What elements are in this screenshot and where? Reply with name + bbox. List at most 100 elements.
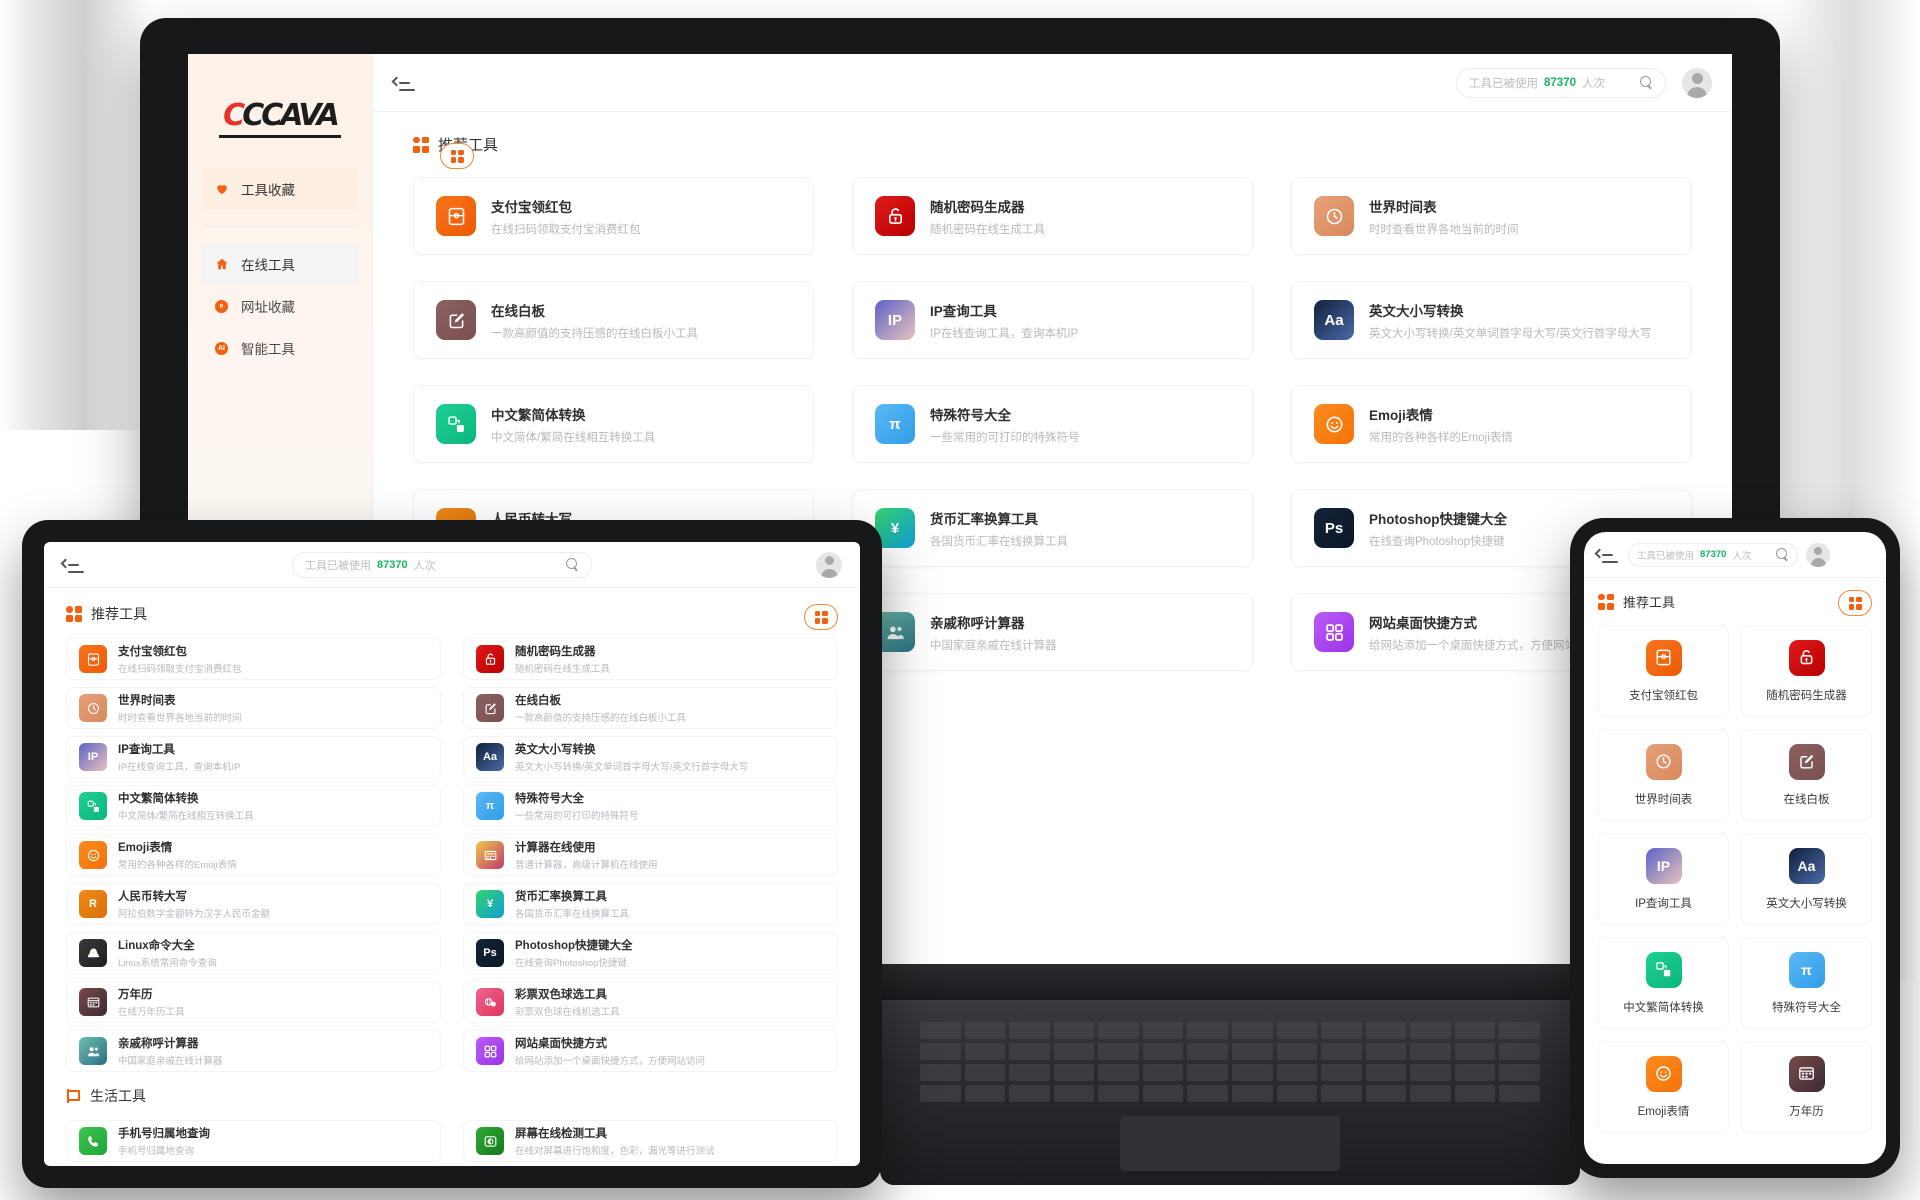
search-input[interactable]: 工具已被使用 87370 人次: [292, 551, 592, 578]
tool-card[interactable]: ¥ 货币汇率换算工具 各国货币汇率在线换算工具: [852, 489, 1253, 567]
list-item[interactable]: 屏幕在线检测工具 在线对屏幕进行饱和度，色彩，漏光等进行测试: [463, 1120, 838, 1162]
search-icon[interactable]: [1640, 76, 1653, 89]
tool-tile-label: 英文大小写转换: [1766, 897, 1847, 910]
list-item[interactable]: 支付宝领红包 在线扫码领取支付宝消费红包: [66, 638, 441, 680]
tool-tile[interactable]: 世界时间表: [1598, 729, 1729, 821]
tool-card[interactable]: Aa 英文大小写转换 英文大小写转换/英文单词首字母大写/英文行首字母大写: [1291, 281, 1692, 359]
lock-icon: [476, 645, 504, 673]
logo[interactable]: CCCAVA: [188, 88, 372, 168]
section-title: 推荐工具: [91, 606, 147, 622]
list-item[interactable]: π 特殊符号大全 一些常用的可打印的特殊符号: [463, 785, 838, 827]
tool-card-desc: 彩票双色球在线机选工具: [515, 1007, 620, 1018]
tool-card[interactable]: 在线白板 一款高颜值的支持压感的在线白板小工具: [413, 281, 814, 359]
top-bar: 工具已被使用 87370 人次: [373, 54, 1732, 112]
section-header-recommended: 推荐工具: [1598, 590, 1872, 616]
tool-card-desc: 各国货币汇率在线换算工具: [515, 909, 630, 920]
list-item[interactable]: IP IP查询工具 IP在线查询工具，查询本机IP: [66, 736, 441, 778]
usage-count: 87370: [1700, 549, 1727, 560]
sidebar-item-tool-favorites[interactable]: 工具收藏: [202, 168, 358, 210]
tool-tile[interactable]: Emoji表情: [1598, 1041, 1729, 1133]
pi-symbol-icon: π: [875, 404, 915, 444]
list-item[interactable]: 计算器在线使用 普通计算器，高级计算机在线使用: [463, 834, 838, 876]
tablet-top-bar: 工具已被使用 87370 人次: [44, 542, 860, 588]
collapse-sidebar-icon[interactable]: [391, 74, 415, 92]
whiteboard-pen-icon: [436, 300, 476, 340]
photoshop-icon: Ps: [476, 939, 504, 967]
list-item[interactable]: 在线白板 一款高颜值的支持压感的在线白板小工具: [463, 687, 838, 729]
qr-shortcut-icon: [476, 1037, 504, 1065]
tool-card-desc: 一款高颜值的支持压感的在线白板小工具: [491, 327, 698, 340]
sidebar-item-site-favorites[interactable]: e 网址收藏: [202, 285, 358, 327]
tool-card[interactable]: Emoji表情 常用的各种各样的Emoji表情: [1291, 385, 1692, 463]
list-item[interactable]: R 人民币转大写 阿拉伯数字金额转为汉字人民币金额: [66, 883, 441, 925]
tool-card[interactable]: π 特殊符号大全 一些常用的可打印的特殊符号: [852, 385, 1253, 463]
phone-device: 工具已被使用 87370 人次 推荐工具 支付宝领红包 随机密码生成器 世界时间…: [1570, 518, 1900, 1178]
tool-card[interactable]: 支付宝领红包 在线扫码领取支付宝消费红包: [413, 177, 814, 255]
tool-tile-label: 在线白板: [1783, 793, 1830, 806]
user-avatar[interactable]: [1682, 67, 1712, 98]
list-item[interactable]: 网站桌面快捷方式 给网站添加一个桌面快捷方式，方便网站访问: [463, 1030, 838, 1072]
grid-view-toggle-icon: [450, 149, 464, 163]
search-input[interactable]: 工具已被使用 87370 人次: [1456, 67, 1666, 98]
tool-tile[interactable]: 万年历: [1741, 1041, 1872, 1133]
list-item[interactable]: 中文繁简体转换 中文简体/繁简在线相互转换工具: [66, 785, 441, 827]
tool-tile-label: 中文繁简体转换: [1623, 1001, 1704, 1014]
sidebar-item-label: 智能工具: [241, 342, 295, 357]
tool-tile[interactable]: 支付宝领红包: [1598, 625, 1729, 717]
ip-icon: IP: [875, 300, 915, 340]
search-input[interactable]: 工具已被使用 87370 人次: [1628, 542, 1798, 567]
sidebar-item-ai-tools[interactable]: AI 智能工具: [202, 327, 358, 369]
relatives-icon: [79, 1037, 107, 1065]
list-item[interactable]: Aa 英文大小写转换 英文大小写转换/英文单词首字母大写/英文行首字母大写: [463, 736, 838, 778]
tool-card-desc: 普通计算器，高级计算机在线使用: [515, 860, 658, 871]
home-icon: [214, 257, 229, 272]
collapse-sidebar-icon[interactable]: [1594, 546, 1618, 564]
grid-view-toggle-button[interactable]: [1838, 590, 1872, 616]
user-avatar[interactable]: [816, 551, 842, 578]
tool-card[interactable]: 亲戚称呼计算器 中国家庭亲戚在线计算器: [852, 593, 1253, 671]
calculator-icon: [476, 841, 504, 869]
list-item[interactable]: 万年历 在线万年历工具: [66, 981, 441, 1023]
alipay-redpacket-icon: [79, 645, 107, 673]
pi-symbol-icon: π: [1788, 951, 1825, 988]
tool-card-desc: 在线扫码领取支付宝消费红包: [118, 664, 242, 675]
grid-icon: [413, 136, 429, 153]
tool-tile[interactable]: 在线白板: [1741, 729, 1872, 821]
tool-tile[interactable]: 随机密码生成器: [1741, 625, 1872, 717]
tool-card-title: Photoshop快捷键大全: [515, 940, 633, 952]
list-item[interactable]: ¥ 货币汇率换算工具 各国货币汇率在线换算工具: [463, 883, 838, 925]
list-item[interactable]: Ps Photoshop快捷键大全 在线查询Photoshop快捷键: [463, 932, 838, 974]
list-item[interactable]: Emoji表情 常用的各种各样的Emoji表情: [66, 834, 441, 876]
tool-tile-label: 随机密码生成器: [1766, 689, 1847, 702]
tool-tile[interactable]: IP IP查询工具: [1598, 833, 1729, 925]
grid-view-toggle-button[interactable]: [440, 143, 474, 169]
tool-tile[interactable]: π 特殊符号大全: [1741, 937, 1872, 1029]
search-icon[interactable]: [566, 558, 579, 571]
nav-group-bottom: 在线工具 e 网址收藏 AI 智能工具: [188, 243, 372, 369]
list-item[interactable]: 世界时间表 时时查看世界各地当前的时间: [66, 687, 441, 729]
sidebar-item-online-tools[interactable]: 在线工具: [202, 243, 358, 285]
tool-card[interactable]: IP IP查询工具 IP在线查询工具，查询本机IP: [852, 281, 1253, 359]
ai-icon: AI: [214, 341, 229, 356]
list-item[interactable]: Linux命令大全 Linux系统常用命令查询: [66, 932, 441, 974]
list-item[interactable]: 彩票双色球选工具 彩票双色球在线机选工具: [463, 981, 838, 1023]
user-avatar[interactable]: [1806, 542, 1830, 567]
list-item[interactable]: 手机号归属地查询 手机号归属地查询: [66, 1120, 441, 1162]
grid-view-toggle-button[interactable]: [804, 604, 838, 630]
tool-card-title: 网站桌面快捷方式: [515, 1038, 607, 1050]
tool-tile[interactable]: 中文繁简体转换: [1598, 937, 1729, 1029]
tool-card-desc: 给网站添加一个桌面快捷方式，方便网站访问: [1369, 639, 1599, 652]
list-item[interactable]: 亲戚称呼计算器 中国家庭亲戚在线计算器: [66, 1030, 441, 1072]
list-item[interactable]: 随机密码生成器 随机密码在线生成工具: [463, 638, 838, 680]
collapse-sidebar-icon[interactable]: [60, 556, 84, 574]
clock-icon: [79, 694, 107, 722]
tool-card[interactable]: 中文繁简体转换 中文简体/繁简在线相互转换工具: [413, 385, 814, 463]
tool-card-desc: 在线万年历工具: [118, 1007, 185, 1018]
clock-icon: [1645, 743, 1682, 780]
letter-case-icon: Aa: [1314, 300, 1354, 340]
tool-card[interactable]: 随机密码生成器 随机密码在线生成工具: [852, 177, 1253, 255]
tool-card-title: 亲戚称呼计算器: [118, 1038, 199, 1050]
tool-tile[interactable]: Aa 英文大小写转换: [1741, 833, 1872, 925]
tool-card[interactable]: 世界时间表 时时查看世界各地当前的时间: [1291, 177, 1692, 255]
search-icon[interactable]: [1776, 548, 1789, 561]
